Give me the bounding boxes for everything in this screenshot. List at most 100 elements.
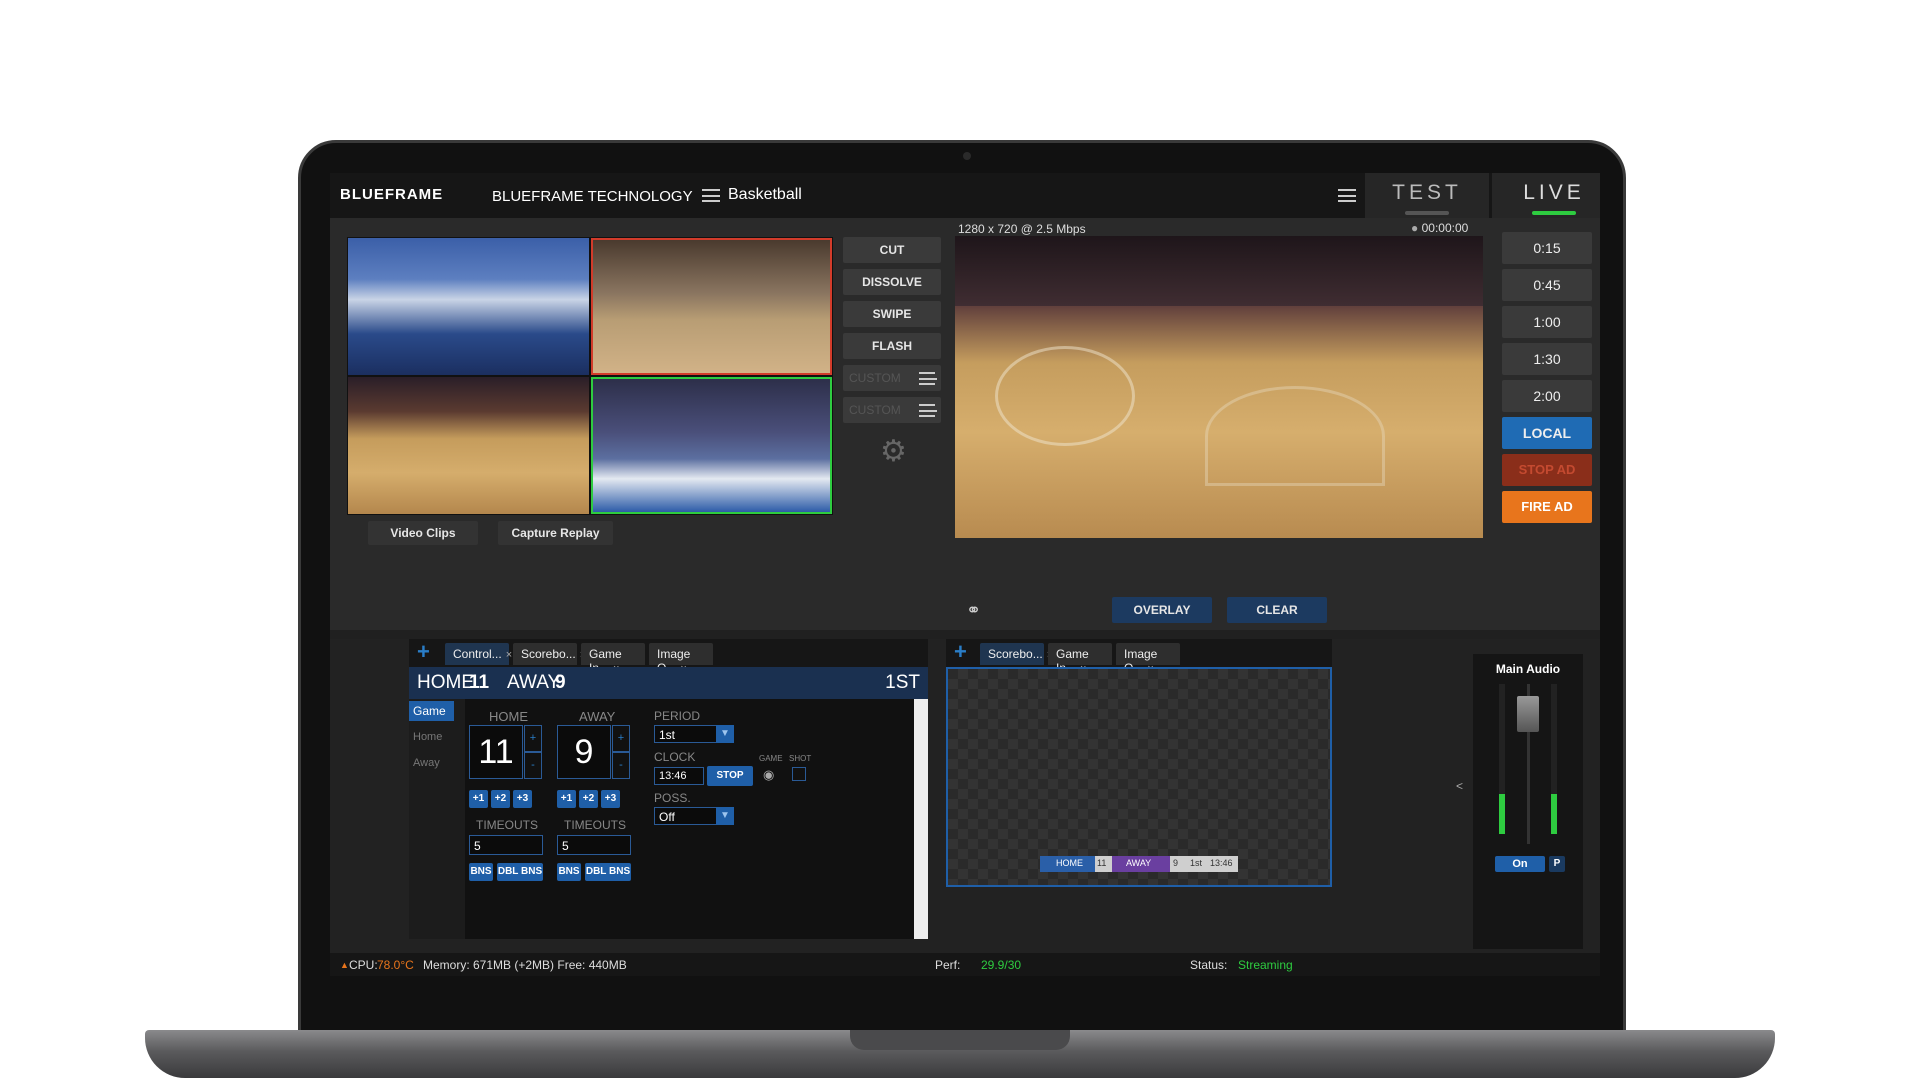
- period-chevron-down-icon[interactable]: ▼: [716, 725, 734, 743]
- laptop-base: [145, 1030, 1775, 1078]
- stop-ad-button[interactable]: STOP AD: [1502, 454, 1592, 486]
- nav-home[interactable]: Home: [413, 731, 442, 743]
- fader-handle[interactable]: [1517, 696, 1539, 732]
- tab-scoreboard[interactable]: Scorebo...×: [513, 643, 586, 665]
- audio-p-button[interactable]: P: [1549, 856, 1565, 872]
- source-4-thumbnail[interactable]: [591, 377, 832, 514]
- home-score-field[interactable]: 11: [469, 725, 523, 779]
- left-tab-bar: + Control... × Scorebo...× Game In...× Im…: [409, 639, 928, 675]
- away-plus-1-button[interactable]: +1: [557, 790, 576, 808]
- tab-image-overlay[interactable]: Image O...×: [649, 643, 713, 675]
- program-output: [955, 236, 1483, 538]
- organization-name[interactable]: BLUEFRAME TECHNOLOGY: [492, 188, 693, 205]
- tab-game-info[interactable]: Game In...×: [581, 643, 645, 675]
- away-double-bonus-button[interactable]: DBL BNS: [585, 863, 631, 881]
- multiview: [347, 237, 833, 515]
- test-mode-button[interactable]: TEST: [1365, 173, 1489, 218]
- scoreboard-controls: Game Home Away HOME AWAY 11 + - 9 + - +1…: [409, 699, 928, 939]
- source-1-thumbnail[interactable]: [348, 238, 589, 375]
- dissolve-button[interactable]: DISSOLVE: [843, 269, 941, 295]
- clock-field[interactable]: 13:46: [654, 767, 704, 785]
- add-tab-icon[interactable]: +: [954, 641, 976, 663]
- home-label: HOME: [417, 672, 474, 693]
- away-score-up[interactable]: +: [612, 725, 630, 752]
- source-2-thumbnail[interactable]: [591, 238, 832, 375]
- away-timeouts-field[interactable]: 5: [557, 835, 631, 855]
- custom-transition-1[interactable]: CUSTOM: [843, 365, 941, 391]
- share-icon[interactable]: ⚭: [966, 600, 981, 621]
- bug-home: HOME: [1040, 856, 1095, 872]
- away-plus-3-button[interactable]: +3: [601, 790, 620, 808]
- tab-label: Scorebo...: [521, 647, 576, 661]
- swipe-button[interactable]: SWIPE: [843, 301, 941, 327]
- test-label: TEST: [1392, 181, 1462, 204]
- home-score-down[interactable]: -: [524, 752, 542, 779]
- custom-menu-icon[interactable]: [919, 404, 937, 417]
- close-tab-icon[interactable]: ×: [506, 649, 512, 661]
- capture-replay-button[interactable]: Capture Replay: [498, 521, 613, 545]
- source-3-thumbnail[interactable]: [348, 377, 589, 514]
- away-score-field[interactable]: 9: [557, 725, 611, 779]
- cut-button[interactable]: CUT: [843, 237, 941, 263]
- ad-time-button[interactable]: 2:00: [1502, 380, 1592, 412]
- video-clips-button[interactable]: Video Clips: [368, 521, 478, 545]
- top-bar: BLUEFRAME BLUEFRAME TECHNOLOGY Basketbal…: [330, 173, 1600, 218]
- flash-button[interactable]: FLASH: [843, 333, 941, 359]
- left-meter-level: [1499, 794, 1505, 834]
- perf-label: Perf:: [935, 958, 961, 972]
- collapse-audio-icon[interactable]: <: [1456, 779, 1463, 793]
- away-bonus-button[interactable]: BNS: [557, 863, 581, 881]
- audio-title: Main Audio: [1495, 662, 1561, 676]
- live-mode-button[interactable]: LIVE: [1492, 173, 1600, 218]
- main-menu-icon[interactable]: [1338, 189, 1356, 202]
- gear-icon[interactable]: ⚙: [880, 434, 907, 469]
- audio-mixer: Main Audio On P: [1473, 654, 1583, 949]
- away-plus-2-button[interactable]: +2: [579, 790, 598, 808]
- tab-image-overlay[interactable]: Image O...×: [1116, 643, 1180, 675]
- ad-time-button[interactable]: 0:15: [1502, 232, 1592, 264]
- away-score-down[interactable]: -: [612, 752, 630, 779]
- status-bar: ▲ CPU: 78.0°C Memory: 671MB (+2MB) Free:…: [330, 953, 1600, 976]
- ad-time-button[interactable]: 1:00: [1502, 306, 1592, 338]
- eye-icon[interactable]: ◉: [763, 767, 774, 783]
- sport-title: Basketball: [728, 186, 802, 203]
- bug-period: 1st: [1190, 858, 1203, 868]
- home-plus-3-button[interactable]: +3: [513, 790, 532, 808]
- add-tab-icon[interactable]: +: [417, 641, 439, 663]
- tab-scoreboard[interactable]: Scorebo...×: [980, 643, 1053, 665]
- home-bonus-button[interactable]: BNS: [469, 863, 493, 881]
- live-label: LIVE: [1523, 181, 1585, 204]
- possession-chevron-down-icon[interactable]: ▼: [716, 807, 734, 825]
- home-score: 11: [469, 672, 490, 693]
- tab-control[interactable]: Control... ×: [445, 643, 512, 665]
- cpu-value: 78.0°C: [377, 958, 414, 972]
- nav-away[interactable]: Away: [413, 757, 440, 769]
- fire-ad-button[interactable]: FIRE AD: [1502, 491, 1592, 523]
- tab-game-info[interactable]: Game In...×: [1048, 643, 1112, 675]
- audio-on-button[interactable]: On: [1495, 856, 1545, 872]
- home-timeouts-label: TIMEOUTS: [476, 818, 538, 832]
- test-indicator: [1405, 211, 1449, 215]
- custom-transition-2[interactable]: CUSTOM: [843, 397, 941, 423]
- shot-clock-checkbox[interactable]: [792, 767, 806, 781]
- home-timeouts-field[interactable]: 5: [469, 835, 543, 855]
- graphics-panel: + Control... × Scorebo...× Game In...× Im…: [330, 639, 1600, 961]
- clock-stop-button[interactable]: STOP: [707, 766, 753, 786]
- custom-menu-icon[interactable]: [919, 372, 937, 385]
- home-double-bonus-button[interactable]: DBL BNS: [497, 863, 543, 881]
- period-label: PERIOD: [654, 709, 701, 723]
- overlay-button[interactable]: OVERLAY: [1112, 597, 1212, 623]
- home-plus-1-button[interactable]: +1: [469, 790, 488, 808]
- home-score-up[interactable]: +: [524, 725, 542, 752]
- clear-button[interactable]: CLEAR: [1227, 597, 1327, 623]
- ad-time-button[interactable]: 0:45: [1502, 269, 1592, 301]
- local-ad-button[interactable]: LOCAL: [1502, 417, 1592, 449]
- scrollbar[interactable]: [914, 699, 928, 939]
- org-menu-icon[interactable]: [702, 189, 720, 202]
- nav-game[interactable]: Game: [409, 701, 454, 721]
- program-court-circle: [995, 346, 1135, 446]
- home-plus-2-button[interactable]: +2: [491, 790, 510, 808]
- bug-away-score: 9: [1173, 858, 1179, 868]
- ad-time-button[interactable]: 1:30: [1502, 343, 1592, 375]
- perf-value: 29.9/30: [981, 958, 1022, 972]
